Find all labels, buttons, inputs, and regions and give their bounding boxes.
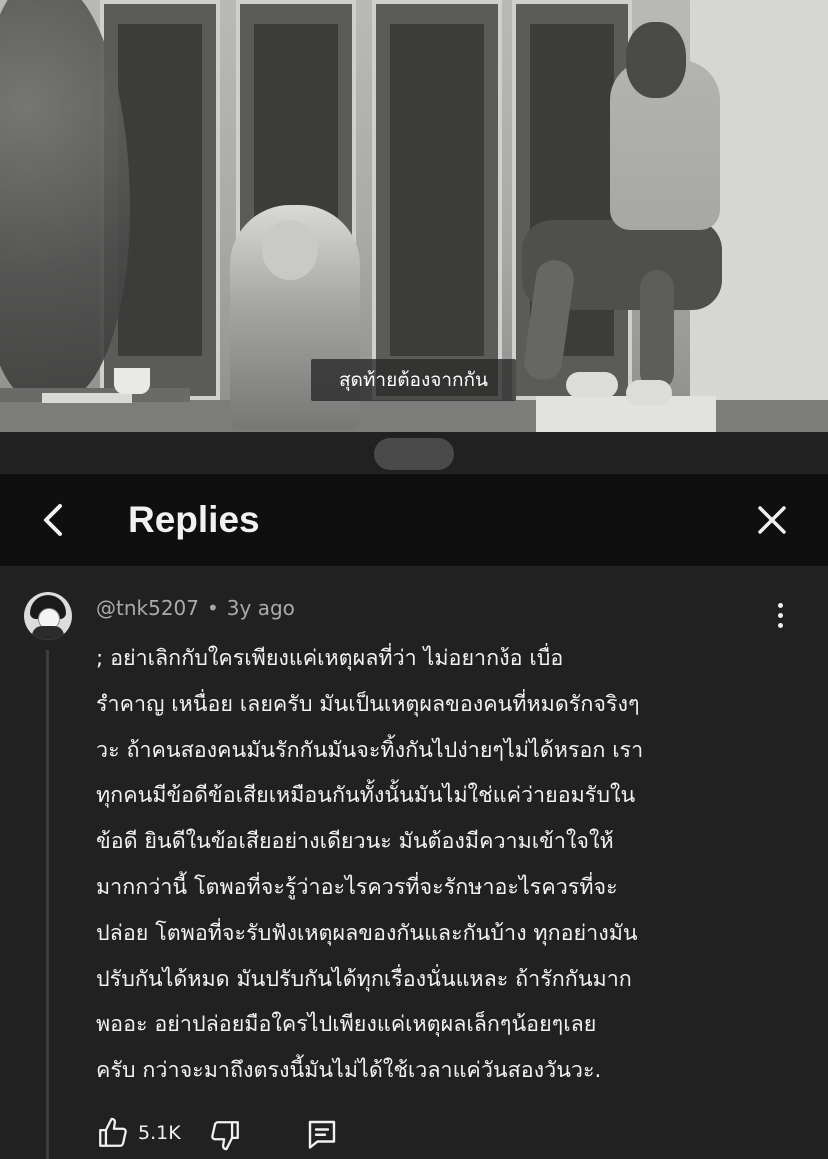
- back-button[interactable]: [30, 496, 78, 544]
- comment-timestamp[interactable]: 3y ago: [227, 596, 295, 620]
- sheet-drag-handle[interactable]: [374, 438, 454, 470]
- video-scene-shoe: [626, 380, 672, 406]
- video-scene-door: [372, 0, 502, 400]
- reply-button[interactable]: [304, 1116, 340, 1152]
- thumbs-down-icon: [211, 1121, 239, 1151]
- like-count: 5.1K: [138, 1122, 181, 1144]
- close-button[interactable]: [748, 496, 796, 544]
- panel-title: Replies: [128, 499, 260, 540]
- video-scene-plant: [0, 0, 130, 400]
- comment-actions: 5.1K: [96, 1112, 396, 1156]
- video-scene-shoe: [566, 372, 618, 398]
- thread-line: [46, 650, 49, 1159]
- chevron-left-icon: [44, 504, 62, 536]
- video-caption: สุดท้ายต้องจากกัน: [311, 359, 516, 401]
- replies-header: [0, 474, 828, 566]
- video-scene-man-leg: [640, 270, 674, 390]
- comment-author[interactable]: @tnk5207: [96, 596, 199, 620]
- video-scene-man-head: [626, 22, 686, 98]
- video-scene-cup: [114, 368, 150, 394]
- comment-meta: @tnk5207 • 3y ago: [96, 594, 295, 622]
- more-vertical-icon: [764, 603, 796, 628]
- meta-separator: •: [207, 596, 219, 620]
- video-scene-bench: [536, 396, 716, 432]
- video-scene-book: [42, 393, 132, 403]
- comment-reply-icon: [308, 1120, 336, 1149]
- video-player[interactable]: สุดท้ายต้องจากกัน: [0, 0, 828, 432]
- dislike-button[interactable]: [208, 1118, 242, 1152]
- avatar[interactable]: [24, 592, 72, 640]
- video-scene-woman-head: [262, 220, 318, 280]
- like-button[interactable]: [96, 1116, 130, 1150]
- avatar-body: [32, 626, 64, 640]
- comment-text: ; อย่าเลิกกับใครเพียงแค่เหตุผลที่ว่า ไม่…: [96, 646, 644, 1084]
- close-icon: [758, 506, 786, 534]
- more-options-button[interactable]: [764, 598, 796, 638]
- thumbs-up-icon: [99, 1117, 127, 1147]
